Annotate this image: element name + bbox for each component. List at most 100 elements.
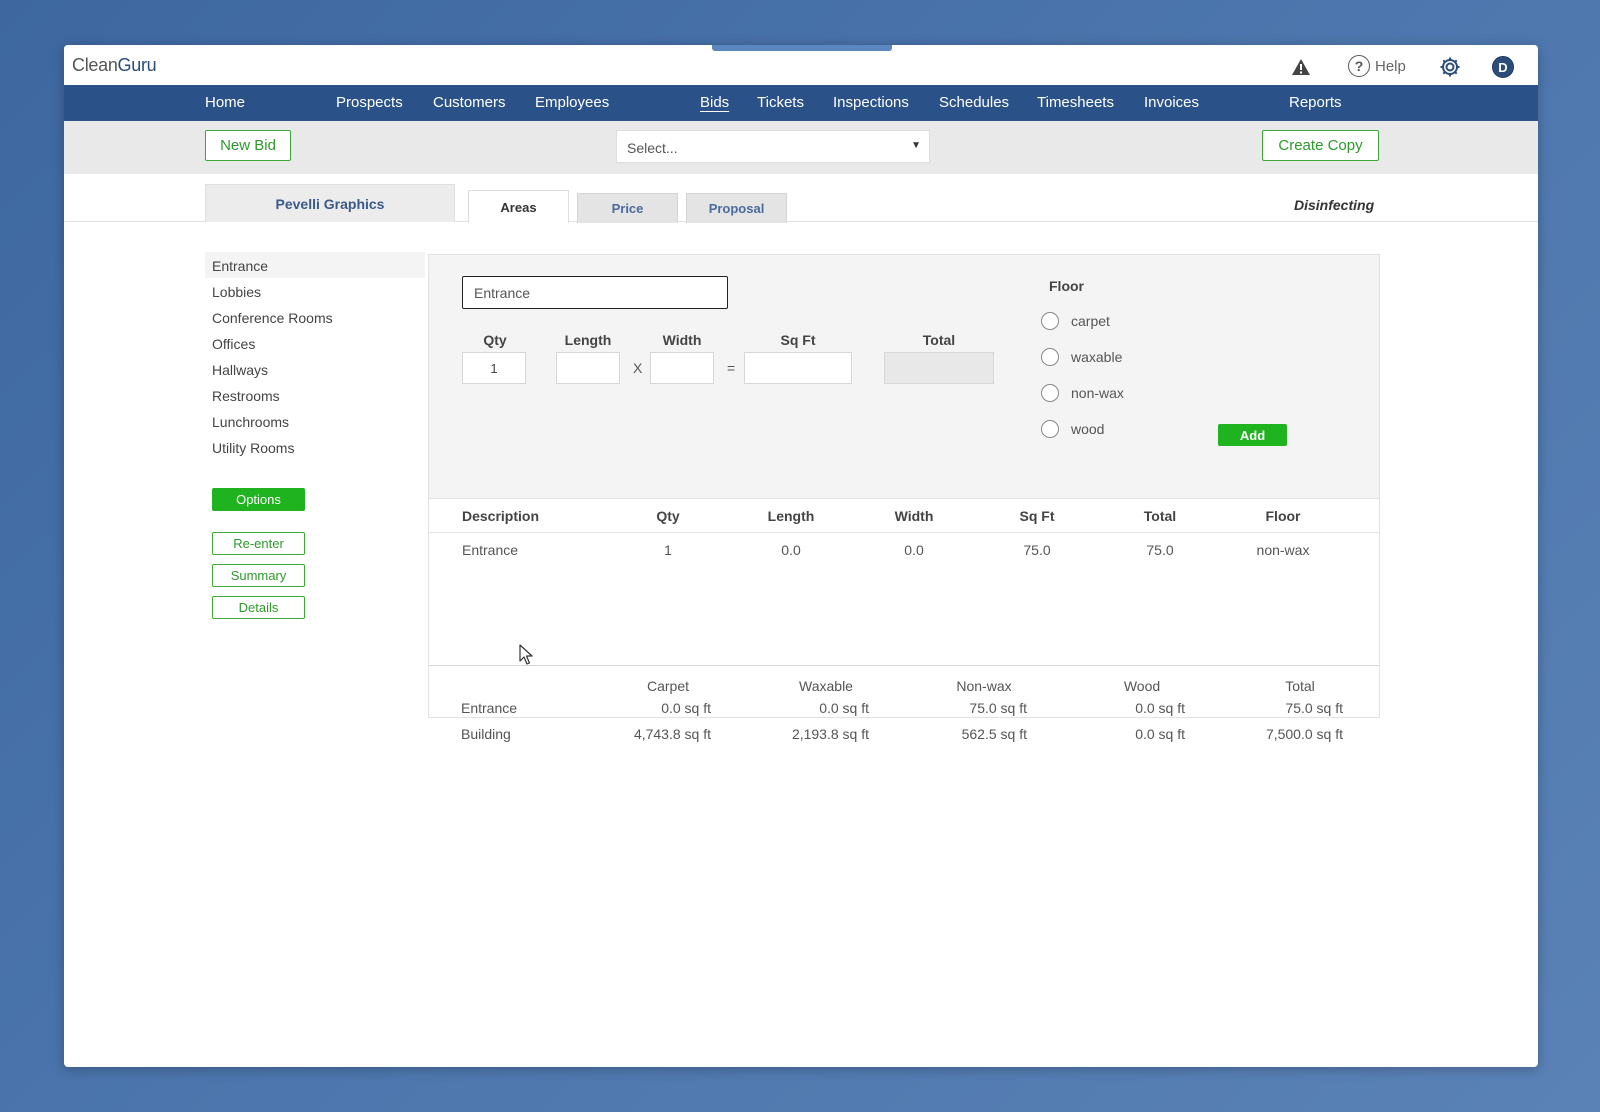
details-button[interactable]: Details (212, 596, 305, 619)
tabs-row: Pevelli Graphics Areas Price Proposal Di… (64, 174, 1538, 223)
floor-option-waxable[interactable]: waxable (1041, 348, 1122, 366)
floor-option-carpet[interactable]: carpet (1041, 312, 1110, 330)
radio-non-wax[interactable] (1041, 384, 1059, 402)
bid-select[interactable]: Select... ▼ (616, 130, 930, 163)
area-entry-panel: Qty Length Width Sq Ft Total X = Floor c… (428, 254, 1380, 499)
col-floor: Floor (1265, 508, 1301, 524)
qty-input[interactable] (462, 352, 526, 384)
nav-home[interactable]: Home (205, 94, 245, 111)
summary-col-nonwax: Non-wax (956, 678, 1012, 694)
avatar[interactable]: D (1492, 56, 1514, 78)
nav-bids[interactable]: Bids (700, 94, 729, 111)
create-copy-button[interactable]: Create Copy (1262, 130, 1379, 161)
building-carpet: 4,743.8 sq ft (633, 726, 711, 742)
nav-schedules[interactable]: Schedules (939, 94, 1009, 111)
logo[interactable]: CleanGuru (72, 55, 157, 76)
client-name-tab[interactable]: Pevelli Graphics (205, 184, 455, 222)
area-item-lobbies[interactable]: Lobbies (205, 278, 425, 304)
summary-button[interactable]: Summary (212, 564, 305, 587)
add-button[interactable]: Add (1218, 424, 1287, 446)
header-divider (429, 532, 1379, 533)
area-item-entrance[interactable]: Entrance (205, 252, 425, 278)
cell-width: 0.0 (904, 542, 924, 558)
summary-area-total: 75.0 sq ft (1285, 700, 1343, 716)
app-window: CleanGuru ? Help D Home Prospects Custom… (64, 45, 1538, 1067)
gear-icon[interactable] (1438, 55, 1462, 79)
nav-reports[interactable]: Reports (1289, 94, 1342, 111)
cell-qty: 1 (664, 542, 672, 558)
area-list: Entrance Lobbies Conference Rooms Office… (205, 252, 425, 460)
nav-prospects[interactable]: Prospects (336, 94, 403, 111)
length-input[interactable] (556, 352, 620, 384)
summary-area-waxable: 0.0 sq ft (819, 700, 869, 716)
help-icon: ? (1348, 55, 1370, 77)
nav-employees[interactable]: Employees (535, 94, 609, 111)
floor-summary: Carpet Waxable Non-wax Wood Total Entran… (428, 666, 1380, 718)
area-item-hallways[interactable]: Hallways (205, 356, 425, 382)
nav-inspections[interactable]: Inspections (833, 94, 909, 111)
summary-area-label: Entrance (461, 700, 518, 716)
sqft-label: Sq Ft (780, 332, 816, 348)
total-label: Total (922, 332, 956, 348)
nav-customers[interactable]: Customers (433, 94, 506, 111)
building-wood: 0.0 sq ft (1135, 726, 1185, 742)
width-input[interactable] (650, 352, 714, 384)
area-table: Description Qty Length Width Sq Ft Total… (428, 499, 1380, 666)
area-item-restrooms[interactable]: Restrooms (205, 382, 425, 408)
col-description: Description (462, 508, 540, 524)
mouse-pointer-icon (519, 644, 533, 665)
reenter-button[interactable]: Re-enter (212, 532, 305, 555)
radio-waxable[interactable] (1041, 348, 1059, 366)
radio-carpet[interactable] (1041, 312, 1059, 330)
cell-length: 0.0 (781, 542, 801, 558)
width-label: Width (662, 332, 702, 348)
cell-sqft: 75.0 (1023, 542, 1051, 558)
top-bar: CleanGuru ? Help D (64, 45, 1538, 85)
floor-label: Floor (1049, 278, 1084, 294)
col-length: Length (767, 508, 815, 524)
radio-wood[interactable] (1041, 420, 1059, 438)
area-item-offices[interactable]: Offices (205, 330, 425, 356)
summary-area-carpet: 0.0 sq ft (661, 700, 711, 716)
summary-col-wood: Wood (1123, 678, 1161, 694)
warning-icon[interactable] (1291, 58, 1311, 76)
bid-select-value: Select... (627, 140, 678, 156)
cell-description: Entrance (462, 542, 519, 558)
floor-option-wood[interactable]: wood (1041, 420, 1104, 438)
tab-price[interactable]: Price (577, 193, 678, 223)
building-total: 7,500.0 sq ft (1265, 726, 1343, 742)
area-item-conference-rooms[interactable]: Conference Rooms (205, 304, 425, 330)
col-total: Total (1143, 508, 1177, 524)
main-nav: Home Prospects Customers Employees Bids … (64, 85, 1538, 121)
summary-area-wood: 0.0 sq ft (1135, 700, 1185, 716)
sqft-input[interactable] (744, 352, 852, 384)
new-bid-button[interactable]: New Bid (205, 130, 291, 161)
help-label: Help (1375, 57, 1406, 75)
floor-option-non-wax[interactable]: non-wax (1041, 384, 1124, 402)
help-link[interactable]: ? Help (1348, 55, 1406, 77)
cell-total: 75.0 (1146, 542, 1174, 558)
summary-col-waxable: Waxable (799, 678, 853, 694)
summary-area-nonwax: 75.0 sq ft (969, 700, 1027, 716)
nav-timesheets[interactable]: Timesheets (1037, 94, 1114, 111)
tab-proposal[interactable]: Proposal (686, 193, 787, 223)
toolbar: New Bid Select... ▼ Create Copy (64, 121, 1538, 174)
area-name-input[interactable] (462, 276, 728, 309)
tab-areas[interactable]: Areas (468, 190, 569, 223)
options-button[interactable]: Options (212, 488, 305, 511)
summary-col-carpet: Carpet (646, 678, 690, 694)
area-item-utility-rooms[interactable]: Utility Rooms (205, 434, 425, 460)
radio-label-wood: wood (1071, 421, 1105, 437)
building-label: Building (461, 726, 511, 742)
logo-text-clean: Clean (72, 55, 118, 75)
nav-invoices[interactable]: Invoices (1144, 94, 1199, 111)
nav-tickets[interactable]: Tickets (757, 94, 804, 111)
radio-label-waxable: waxable (1071, 349, 1123, 365)
radio-label-carpet: carpet (1071, 313, 1110, 329)
summary-col-total: Total (1285, 678, 1315, 694)
qty-label: Qty (483, 332, 507, 348)
cell-floor: non-wax (1256, 542, 1310, 558)
total-output (884, 352, 994, 384)
area-item-lunchrooms[interactable]: Lunchrooms (205, 408, 425, 434)
logo-text-guru: Guru (117, 55, 157, 75)
